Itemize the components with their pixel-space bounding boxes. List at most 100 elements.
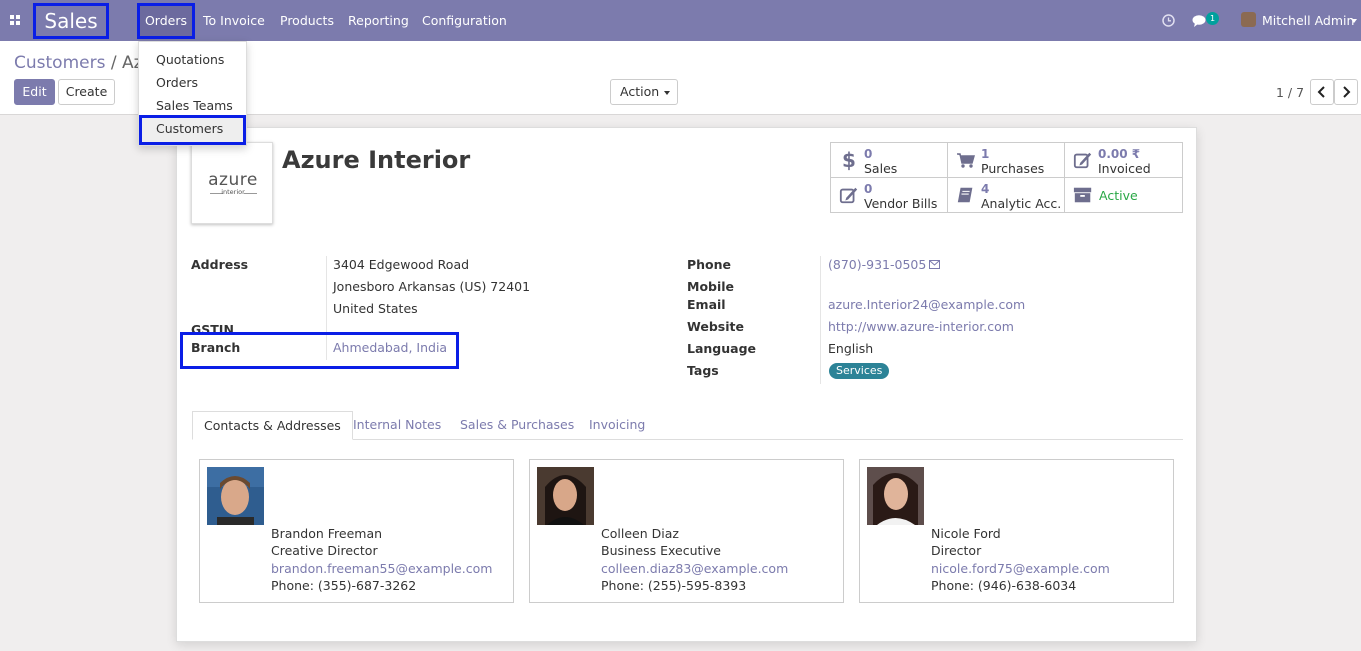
user-caret-icon[interactable] [1351, 19, 1357, 23]
sales-label: Sales [864, 161, 898, 176]
form-sheet: azure interior Azure Interior $ 0 Sales … [176, 127, 1197, 642]
vendor-bills-count: 0 [864, 182, 873, 196]
phone-label: Phone [687, 257, 732, 272]
orders-dropdown-menu: Quotations Orders Sales Teams Customers [138, 41, 247, 146]
dropdown-item-customers[interactable]: Customers [156, 121, 223, 136]
sales-count: 0 [864, 147, 873, 161]
purchases-smart-button[interactable]: 1 Purchases [948, 143, 1065, 178]
company-logo[interactable]: azure interior [191, 142, 273, 224]
gstin-label: GSTIN [191, 322, 234, 332]
menu-products[interactable]: Products [280, 0, 334, 41]
tab-invoicing[interactable]: Invoicing [589, 411, 645, 440]
contact-title: Director [931, 543, 982, 558]
invoiced-amount: 0.00 ₹ [1098, 147, 1141, 161]
language-value[interactable]: English [828, 341, 873, 356]
breadcrumb-separator: / [105, 53, 122, 73]
contact-card[interactable]: Nicole Ford Director nicole.ford75@examp… [859, 459, 1174, 603]
edit-button[interactable]: Edit [14, 79, 55, 105]
app-title[interactable]: Sales [33, 3, 109, 39]
smart-buttons: $ 0 Sales 1 Purchases 0.00 ₹ Invoiced 0 … [830, 142, 1183, 213]
dropdown-item-orders[interactable]: Orders [156, 75, 198, 90]
contact-email[interactable]: nicole.ford75@example.com [931, 561, 1110, 576]
menu-orders[interactable]: Orders [137, 3, 195, 39]
action-label: Action [620, 84, 660, 99]
contact-email[interactable]: colleen.diaz83@example.com [601, 561, 788, 576]
clock-icon[interactable] [1162, 14, 1175, 27]
address-line1[interactable]: 3404 Edgewood Road [333, 257, 469, 272]
vendor-bills-label: Vendor Bills [864, 196, 938, 211]
user-name[interactable]: Mitchell Admin [1262, 0, 1354, 41]
tags-label: Tags [687, 363, 719, 378]
tab-sales-purchases[interactable]: Sales & Purchases [460, 411, 574, 440]
address-line2[interactable]: Jonesboro Arkansas (US) 72401 [333, 279, 530, 294]
book-icon [957, 187, 973, 203]
logo-main-text: azure [208, 170, 258, 190]
invoiced-smart-button[interactable]: 0.00 ₹ Invoiced [1065, 143, 1182, 178]
purchases-count: 1 [981, 147, 990, 161]
field-divider-right [820, 256, 821, 384]
active-status: Active [1099, 188, 1138, 203]
contact-title: Creative Director [271, 543, 378, 558]
website-label: Website [687, 319, 744, 334]
pager-next-button[interactable] [1334, 79, 1358, 105]
action-button[interactable]: Action [610, 79, 678, 105]
breadcrumb: Customers / Az [14, 53, 143, 73]
sms-envelope-icon[interactable] [929, 260, 940, 269]
active-toggle-button[interactable]: Active [1065, 178, 1182, 212]
dropdown-item-sales-teams[interactable]: Sales Teams [156, 98, 233, 113]
tag-badge[interactable]: Services [829, 363, 890, 379]
create-button[interactable]: Create [58, 79, 115, 105]
apps-grid-icon[interactable] [10, 15, 20, 25]
vendor-bills-smart-button[interactable]: 0 Vendor Bills [831, 178, 948, 212]
contact-card[interactable]: Brandon Freeman Creative Director brando… [199, 459, 514, 603]
action-caret-icon [664, 91, 670, 95]
archive-icon [1073, 187, 1092, 203]
contact-name: Brandon Freeman [271, 526, 383, 541]
user-avatar[interactable] [1241, 12, 1256, 27]
analytic-accounts-label: Analytic Acc... [981, 196, 1061, 211]
breadcrumb-parent[interactable]: Customers [14, 53, 105, 73]
contact-name: Colleen Diaz [601, 526, 679, 541]
mobile-label: Mobile [687, 279, 735, 294]
dropdown-item-quotations[interactable]: Quotations [156, 52, 224, 67]
menu-reporting[interactable]: Reporting [348, 0, 409, 41]
analytic-accounts-smart-button[interactable]: 4 Analytic Acc... [948, 178, 1065, 212]
chevron-left-icon [1317, 86, 1325, 98]
email-value[interactable]: azure.Interior24@example.com [828, 297, 1025, 312]
phone-value[interactable]: (870)-931-0505 [828, 257, 926, 272]
analytic-accounts-count: 4 [981, 182, 990, 196]
menu-configuration[interactable]: Configuration [422, 0, 507, 41]
messages-badge: 1 [1206, 12, 1219, 25]
menu-to-invoice[interactable]: To Invoice [203, 0, 265, 41]
address-line3[interactable]: United States [333, 301, 418, 316]
pager-value: 1 / 7 [1276, 85, 1305, 100]
website-value[interactable]: http://www.azure-interior.com [828, 319, 1014, 334]
address-label: Address [191, 257, 249, 272]
purchases-label: Purchases [981, 161, 1045, 176]
tab-contacts-addresses[interactable]: Contacts & Addresses [192, 411, 353, 440]
sales-smart-button[interactable]: $ 0 Sales [831, 143, 948, 178]
contact-title: Business Executive [601, 543, 721, 558]
record-title: Azure Interior [282, 146, 471, 174]
chevron-right-icon [1343, 86, 1351, 98]
contact-card[interactable]: Colleen Diaz Business Executive colleen.… [529, 459, 844, 603]
pager-previous-button[interactable] [1310, 79, 1334, 105]
branch-label: Branch [191, 340, 241, 355]
tab-internal-notes[interactable]: Internal Notes [353, 411, 441, 440]
email-label: Email [687, 297, 726, 312]
dollar-icon: $ [842, 149, 856, 171]
contact-phone: Phone: (946)-638-6034 [931, 578, 1077, 593]
invoiced-label: Invoiced [1098, 161, 1151, 176]
contact-phone: Phone: (355)-687-3262 [271, 578, 417, 593]
contact-photo [207, 467, 264, 525]
contact-photo [537, 467, 594, 525]
language-label: Language [687, 341, 757, 356]
logo-sub-text: interior [221, 188, 245, 196]
branch-value[interactable]: Ahmedabad, India [333, 340, 447, 355]
notebook-tabs: Contacts & Addresses Internal Notes Sale… [192, 411, 1183, 440]
contact-email[interactable]: brandon.freeman55@example.com [271, 561, 492, 576]
contact-phone: Phone: (255)-595-8393 [601, 578, 747, 593]
edit-icon [1073, 152, 1092, 169]
top-navbar: Sales Orders To Invoice Products Reporti… [0, 0, 1361, 41]
contact-name: Nicole Ford [931, 526, 1001, 541]
